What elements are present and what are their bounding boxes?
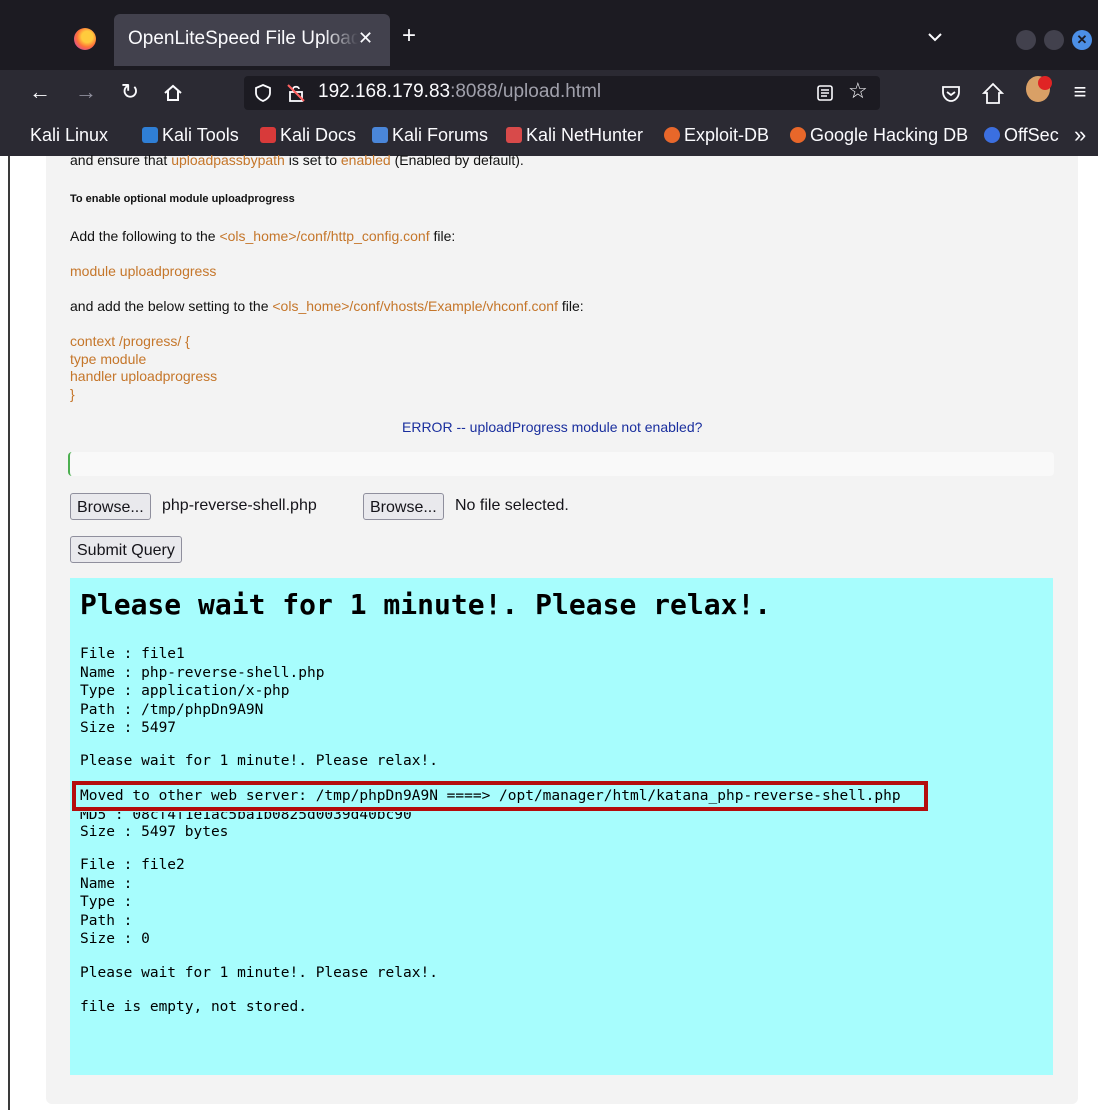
file1-details: File : file1 Name : php-reverse-shell.ph…	[80, 646, 325, 736]
config-line: }	[70, 385, 75, 402]
setting-value: enabled	[340, 152, 391, 168]
reader-view-icon[interactable]	[816, 84, 834, 102]
tab-strip: OpenLiteSpeed File Upload T ✕ + ✕	[0, 0, 1098, 70]
uploadprogress-heading: To enable optional module uploadprogress	[70, 193, 295, 205]
result-heading: Please wait for 1 minute!. Please relax!…	[80, 588, 772, 621]
firefox-logo-icon	[74, 28, 96, 50]
navigation-toolbar: ← → ↻ 192.168.179.83:8088/upload.html ☆ …	[0, 70, 1098, 116]
url-host: 192.168.179.83	[318, 81, 451, 102]
minimize-button[interactable]	[1016, 30, 1036, 50]
list-all-tabs-icon[interactable]	[924, 26, 946, 48]
url-path: :8088/upload.html	[450, 81, 602, 102]
kali-tools-icon	[142, 127, 158, 143]
submit-query-button[interactable]: Submit Query	[70, 536, 182, 563]
text: Add the following to the	[70, 228, 220, 244]
url-text[interactable]: 192.168.179.83:8088/upload.html	[318, 81, 601, 103]
kali-docs-icon	[260, 127, 276, 143]
config-path: <ols_home>/conf/http_config.conf	[219, 228, 430, 244]
text: is set to	[284, 152, 341, 168]
md5-line-partial: MD5 : 08cf4f1e1ac5ba1b0825d0039d40bc90	[80, 812, 412, 819]
exploit-db-icon	[664, 127, 680, 143]
wait-message-1: Please wait for 1 minute!. Please relax!…	[80, 753, 438, 769]
bookmark-label: OffSec	[1004, 125, 1059, 145]
vhconf-note: and add the below setting to the <ols_ho…	[70, 298, 584, 314]
context-config-block: context /progress/ { type module handler…	[70, 333, 217, 403]
selected-file-2: No file selected.	[455, 497, 569, 514]
text: and ensure that	[70, 152, 172, 168]
bookmark-kali-linux[interactable]: Kali Linux	[30, 125, 108, 146]
bookmark-label: Kali Docs	[280, 125, 357, 145]
file2-details: File : file2 Name : Type : Path : Size :…	[80, 857, 185, 947]
upload-result-panel: Please wait for 1 minute!. Please relax!…	[70, 578, 1053, 1075]
text: (Enabled by default).	[390, 152, 524, 168]
bookmark-label: Kali Linux	[30, 125, 109, 145]
home-icon[interactable]	[162, 82, 184, 104]
tab-close-icon[interactable]: ✕	[358, 28, 373, 49]
moved-path-highlight: Moved to other web server: /tmp/phpDn9A9…	[72, 781, 928, 811]
config-line: context /progress/ {	[70, 333, 190, 349]
text: file:	[557, 298, 584, 314]
forward-icon[interactable]: →	[72, 79, 100, 105]
shield-icon[interactable]	[254, 84, 272, 102]
bookmark-label: Exploit-DB	[684, 125, 770, 145]
back-icon[interactable]: ←	[26, 79, 54, 105]
page-content: and ensure that uploadpassbypath is set …	[0, 152, 1098, 1110]
text: and add the below setting to the	[70, 298, 273, 314]
bookmark-kali-docs[interactable]: Kali Docs	[260, 125, 356, 146]
bookmark-kali-forums[interactable]: Kali Forums	[372, 125, 488, 146]
bookmark-offsec[interactable]: OffSec	[984, 125, 1059, 146]
menu-icon[interactable]: ≡	[1066, 79, 1094, 105]
bookmark-label: Kali Forums	[392, 125, 489, 145]
offsec-icon	[984, 127, 1000, 143]
upload-progress-bar	[68, 452, 1054, 476]
wait-message-2: Please wait for 1 minute!. Please relax!…	[80, 965, 438, 981]
passbypath-note: and ensure that uploadpassbypath is set …	[70, 152, 524, 168]
tab-title: OpenLiteSpeed File Upload T	[128, 28, 358, 49]
upload-progress-error: ERROR -- uploadProgress module not enabl…	[402, 419, 703, 435]
extensions-icon[interactable]	[982, 81, 1004, 105]
bookmark-google-hacking-db[interactable]: Google Hacking DB	[790, 125, 968, 146]
config-line: handler uploadprogress	[70, 368, 218, 384]
bookmark-kali-tools[interactable]: Kali Tools	[142, 125, 239, 146]
bookmark-exploit-db[interactable]: Exploit-DB	[664, 125, 769, 146]
http-config-note: Add the following to the <ols_home>/conf…	[70, 228, 455, 244]
pocket-icon[interactable]	[940, 82, 962, 104]
text: file:	[429, 228, 456, 244]
bookmark-kali-nethunter[interactable]: Kali NetHunter	[506, 125, 643, 146]
window-close-button[interactable]: ✕	[1072, 30, 1092, 50]
browse-button-1[interactable]: Browse...	[70, 493, 151, 520]
insecure-lock-icon[interactable]	[286, 83, 306, 103]
module-line: module uploadprogress	[70, 263, 217, 279]
bookmark-star-icon[interactable]: ☆	[848, 78, 868, 104]
selected-file-1: php-reverse-shell.php	[162, 497, 317, 514]
vhconf-path: <ols_home>/conf/vhosts/Example/vhconf.co…	[272, 298, 558, 314]
kali-nethunter-icon	[506, 127, 522, 143]
page-edge-divider	[8, 156, 10, 1110]
maximize-button[interactable]	[1044, 30, 1064, 50]
extension-avatar-icon[interactable]	[1026, 76, 1052, 102]
bookmark-label: Kali NetHunter	[526, 125, 644, 145]
browse-button-2[interactable]: Browse...	[363, 493, 444, 520]
file-empty-message: file is empty, not stored.	[80, 999, 307, 1015]
url-bar[interactable]: 192.168.179.83:8088/upload.html ☆	[244, 76, 880, 110]
tab-upload[interactable]: OpenLiteSpeed File Upload T ✕	[114, 14, 390, 66]
size-bytes-line: Size : 5497 bytes	[80, 824, 229, 840]
config-line: type module	[70, 350, 147, 367]
bookmarks-toolbar: Kali Linux Kali Tools Kali Docs Kali For…	[0, 116, 1098, 156]
new-tab-button[interactable]: +	[402, 24, 416, 48]
moved-path-line: Moved to other web server: /tmp/phpDn9A9…	[80, 788, 901, 804]
ghdb-icon	[790, 127, 806, 143]
reload-icon[interactable]: ↻	[116, 79, 144, 105]
kali-forums-icon	[372, 127, 388, 143]
setting-name: uploadpassbypath	[171, 152, 285, 168]
bookmarks-overflow-icon[interactable]: »	[1074, 122, 1086, 148]
bookmark-label: Kali Tools	[162, 125, 239, 145]
bookmark-label: Google Hacking DB	[810, 125, 969, 145]
